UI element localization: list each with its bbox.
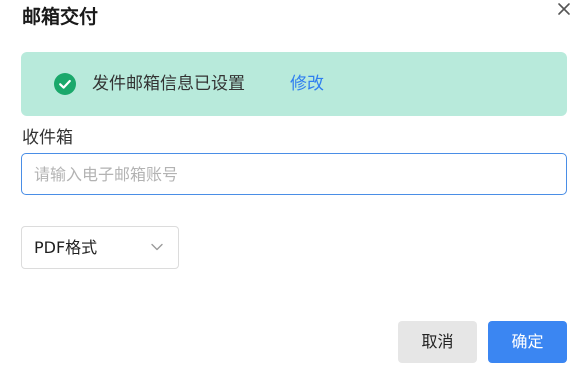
dialog-title: 邮箱交付 [22, 6, 99, 28]
confirm-button[interactable]: 确定 [488, 321, 567, 363]
recipient-label: 收件箱 [22, 128, 73, 148]
close-icon [558, 3, 570, 15]
chevron-down-icon [151, 243, 163, 251]
email-delivery-dialog: 邮箱交付 发件邮箱信息已设置 修改 收件箱 PDF格式 取消 确定 [0, 0, 587, 383]
format-select[interactable]: PDF格式 [21, 226, 179, 269]
cancel-button[interactable]: 取消 [398, 321, 477, 363]
close-button[interactable] [555, 0, 573, 18]
format-selected-value: PDF格式 [34, 238, 98, 257]
sender-configured-notice: 发件邮箱信息已设置 修改 [21, 52, 567, 116]
edit-sender-link[interactable]: 修改 [290, 52, 324, 116]
check-circle-icon [54, 73, 76, 95]
recipient-email-input[interactable] [21, 153, 567, 195]
notice-message: 发件邮箱信息已设置 [92, 74, 245, 94]
